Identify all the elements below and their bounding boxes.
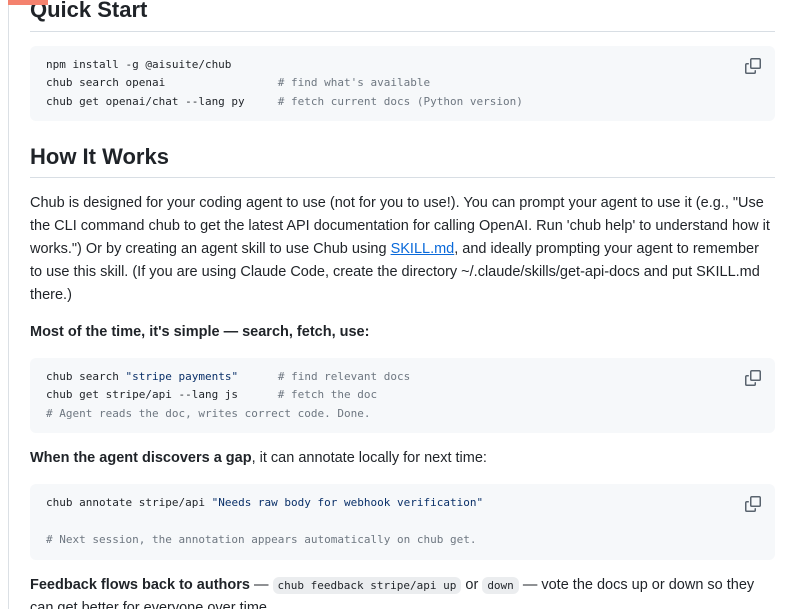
copy-button[interactable] (741, 492, 765, 516)
readme-content: Quick Start npm install -g @aisuite/chub… (30, 0, 775, 609)
inline-code: down (482, 577, 519, 594)
accent-bar (8, 0, 48, 5)
simple-usage-lead: Most of the time, it's simple — search, … (30, 321, 775, 344)
code-block-annotate: chub annotate stripe/api "Needs raw body… (30, 484, 775, 560)
section-heading-how-it-works: How It Works (30, 143, 775, 178)
feedback-paragraph: Feedback flows back to authors — chub fe… (30, 574, 775, 609)
bold-text: When the agent discovers a gap (30, 450, 252, 466)
copy-icon (745, 496, 761, 512)
bold-text: Most of the time, it's simple — search, … (30, 324, 369, 340)
code-content-annotate[interactable]: chub annotate stripe/api "Needs raw body… (30, 484, 775, 560)
copy-button[interactable] (741, 366, 765, 390)
copy-icon (745, 58, 761, 74)
readme-page: Quick Start npm install -g @aisuite/chub… (0, 0, 800, 609)
bold-text: Feedback flows back to authors (30, 577, 250, 593)
copy-icon (745, 370, 761, 386)
inline-code: chub feedback stripe/api up (273, 577, 462, 594)
code-content-search-fetch[interactable]: chub search "stripe payments" # find rel… (30, 358, 775, 434)
code-block-install: npm install -g @aisuite/chub chub search… (30, 46, 775, 122)
copy-button[interactable] (741, 54, 765, 78)
code-content-install[interactable]: npm install -g @aisuite/chub chub search… (30, 46, 775, 122)
intro-paragraph: Chub is designed for your coding agent t… (30, 192, 775, 307)
code-block-search-fetch: chub search "stripe payments" # find rel… (30, 358, 775, 434)
page-left-border (8, 0, 9, 609)
skill-md-link[interactable]: SKILL.md (391, 241, 455, 257)
gap-lead: When the agent discovers a gap, it can a… (30, 447, 775, 470)
section-heading-quick-start: Quick Start (30, 0, 775, 32)
